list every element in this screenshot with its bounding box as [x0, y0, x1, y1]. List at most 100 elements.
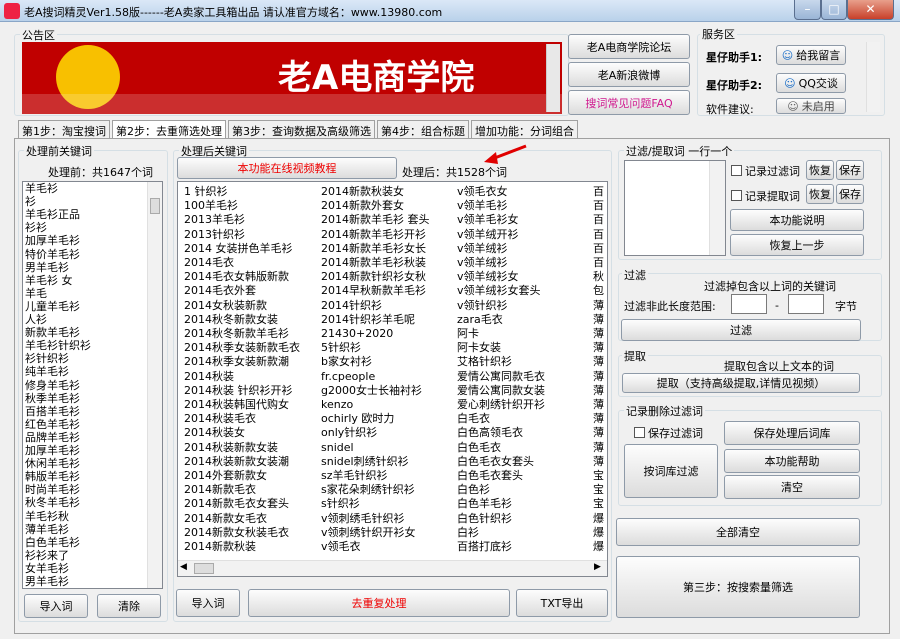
result-keyword-item[interactable]: sz羊毛针织衫 [321, 469, 453, 483]
result-keyword-item[interactable]: 2014新款女秋装毛衣 [184, 526, 316, 540]
after-keywords-list[interactable]: 1 针织衫 100羊毛衫 2013羊毛衫 2013针织衫 2014 女装拼色羊毛衫 201… [177, 181, 608, 577]
result-keyword-item[interactable]: 百 [593, 256, 607, 270]
keyword-item[interactable]: 新款羊毛衫 [25, 326, 80, 340]
result-keyword-item[interactable]: 薄 [593, 341, 607, 355]
result-keyword-item[interactable]: 2014新款羊毛衫秋装 [321, 256, 453, 270]
keyword-item[interactable]: 韩版羊毛衫 [25, 470, 80, 484]
video-tutorial-button[interactable]: 本功能在线视频教程 [177, 157, 397, 179]
result-keyword-item[interactable]: 2014秋装 针织衫开衫 [184, 384, 316, 398]
result-keyword-item[interactable]: 21430+2020 [321, 327, 453, 341]
keyword-item[interactable]: 羊毛衫 女 [25, 274, 73, 288]
keyword-item[interactable]: 红色羊毛衫 [25, 418, 80, 432]
result-keyword-item[interactable]: kenzo [321, 398, 453, 412]
result-keyword-item[interactable]: only针织衫 [321, 426, 453, 440]
result-keyword-item[interactable]: 白色毛衣套头 [457, 469, 589, 483]
extract-button[interactable]: 提取（支持高级提取,详情见视频） [622, 373, 860, 393]
result-keyword-item[interactable]: 包 [593, 284, 607, 298]
close-button[interactable]: ✕ [847, 0, 894, 20]
result-keyword-item[interactable]: 2014秋季女装新款潮 [184, 355, 316, 369]
result-keyword-item[interactable]: 2014秋装毛衣 [184, 412, 316, 426]
save-filter-button[interactable]: 保存 [836, 160, 864, 180]
result-keyword-item[interactable]: 5针织衫 [321, 341, 453, 355]
result-keyword-item[interactable]: v领羊绒衫 [457, 256, 589, 270]
result-keyword-item[interactable]: 2014秋装 [184, 370, 316, 384]
result-keyword-item[interactable]: 100羊毛衫 [184, 199, 316, 213]
keyword-item[interactable]: 男羊毛衫 [25, 261, 69, 275]
result-keyword-item[interactable]: 2014秋冬新款女装 [184, 313, 316, 327]
result-keyword-item[interactable]: 爱心刺绣针织开衫 [457, 398, 589, 412]
result-keyword-item[interactable]: 白色针织衫 [457, 512, 589, 526]
result-keyword-item[interactable]: 百 [593, 242, 607, 256]
result-keyword-item[interactable]: 薄 [593, 355, 607, 369]
result-keyword-item[interactable]: 薄 [593, 398, 607, 412]
suggest-button[interactable]: ☺ 未启用 [776, 98, 846, 114]
banner-scrollbar[interactable] [546, 44, 560, 112]
result-keyword-item[interactable]: 2014秋装韩国代购女 [184, 398, 316, 412]
result-keyword-item[interactable]: 2014新款毛衣女套头 [184, 497, 316, 511]
result-keyword-item[interactable]: v领刺绣针织开衫女 [321, 526, 453, 540]
dedupe-button[interactable]: 去重复处理 [248, 589, 510, 617]
result-keyword-item[interactable]: fr.cpeople [321, 370, 453, 384]
before-scroll-thumb[interactable] [150, 198, 160, 214]
lib-filter-button[interactable]: 按词库过滤 [624, 444, 718, 498]
result-keyword-item[interactable]: 2014新款针织衫女秋 [321, 270, 453, 284]
result-keyword-item[interactable]: 2014外套新款女 [184, 469, 316, 483]
checkbox-box[interactable] [731, 165, 742, 176]
before-list-scrollbar[interactable] [147, 182, 162, 588]
keyword-item[interactable]: 休闲羊毛衫 [25, 457, 80, 471]
result-keyword-item[interactable]: snidel [321, 441, 453, 455]
keyword-item[interactable]: 人衫 [25, 313, 47, 327]
faq-link-button[interactable]: 搜词常见问题FAQ [568, 90, 690, 115]
keyword-item[interactable]: 羊毛 [25, 287, 47, 301]
restore-filter-button[interactable]: 恢复 [806, 160, 834, 180]
keyword-item[interactable]: 衫针织衫 [25, 352, 69, 366]
result-keyword-item[interactable]: g2000女士长袖衬衫 [321, 384, 453, 398]
result-keyword-item[interactable]: 2014毛衣 [184, 256, 316, 270]
result-keyword-item[interactable]: 秋 [593, 270, 607, 284]
feature-help2-button[interactable]: 本功能帮助 [724, 449, 860, 473]
result-keyword-item[interactable]: 1 针织衫 [184, 185, 316, 199]
result-keyword-item[interactable]: 百 [593, 185, 607, 199]
result-keyword-item[interactable]: 薄 [593, 313, 607, 327]
result-keyword-item[interactable]: snidel刺绣针织衫 [321, 455, 453, 469]
result-keyword-item[interactable]: 白衫 [457, 526, 589, 540]
keyword-item[interactable]: 女羊毛衫 [25, 562, 69, 576]
weibo-link-button[interactable]: 老A新浪微博 [568, 62, 690, 87]
keyword-item[interactable]: 特价羊毛衫 [25, 248, 80, 262]
record-filter-checkbox[interactable]: 记录过滤词 [731, 163, 800, 179]
keyword-item[interactable]: 加厚羊毛衫 [25, 234, 80, 248]
result-keyword-item[interactable]: 2013羊毛衫 [184, 213, 316, 227]
result-keyword-item[interactable]: 2014秋冬新款羊毛衫 [184, 327, 316, 341]
result-keyword-item[interactable]: 薄 [593, 370, 607, 384]
result-keyword-item[interactable]: 薄 [593, 426, 607, 440]
checkbox-box[interactable] [634, 427, 645, 438]
keyword-item[interactable]: 时尚羊毛衫 [25, 483, 80, 497]
result-keyword-item[interactable]: 白色毛衣 [457, 441, 589, 455]
result-keyword-item[interactable]: 2014新款秋装女 [321, 185, 453, 199]
keyword-item[interactable]: 羊毛衫针织衫 [25, 339, 91, 353]
keyword-item[interactable]: 修身羊毛衫 [25, 379, 80, 393]
result-keyword-item[interactable]: 百 [593, 199, 607, 213]
result-keyword-item[interactable]: 薄 [593, 412, 607, 426]
result-keyword-item[interactable]: ochirly 欧时力 [321, 412, 453, 426]
result-keyword-item[interactable]: 爆 [593, 540, 607, 554]
result-keyword-item[interactable]: v领毛衣 [321, 540, 453, 554]
result-keyword-item[interactable]: 百搭打底衫 [457, 540, 589, 554]
txt-export-button[interactable]: TXT导出 [516, 589, 608, 617]
result-keyword-item[interactable]: 2014新款女毛衣 [184, 512, 316, 526]
result-keyword-item[interactable]: 2014新款羊毛衫 套头 [321, 213, 453, 227]
result-keyword-item[interactable]: 宝 [593, 483, 607, 497]
result-keyword-item[interactable]: zara毛衣 [457, 313, 589, 327]
result-keyword-item[interactable]: 2014毛衣女韩版新款 [184, 270, 316, 284]
maximize-button[interactable]: □ [821, 0, 847, 20]
result-keyword-item[interactable]: 阿卡女装 [457, 341, 589, 355]
keyword-item[interactable]: 羊毛衫秋 [25, 510, 69, 524]
keyword-item[interactable]: 衫衫 [25, 221, 47, 235]
banner-ad[interactable]: 老A电商学院 [22, 42, 562, 114]
keyword-item[interactable]: 秋季羊毛衫 [25, 392, 80, 406]
result-keyword-item[interactable]: 2014女秋装新款 [184, 299, 316, 313]
clear-all-button[interactable]: 全部清空 [616, 518, 860, 546]
before-clear-button[interactable]: 清除 [97, 594, 161, 618]
keep-filter-checkbox[interactable]: 保存过滤词 [634, 425, 703, 441]
after-hscroll-thumb[interactable] [194, 563, 214, 574]
